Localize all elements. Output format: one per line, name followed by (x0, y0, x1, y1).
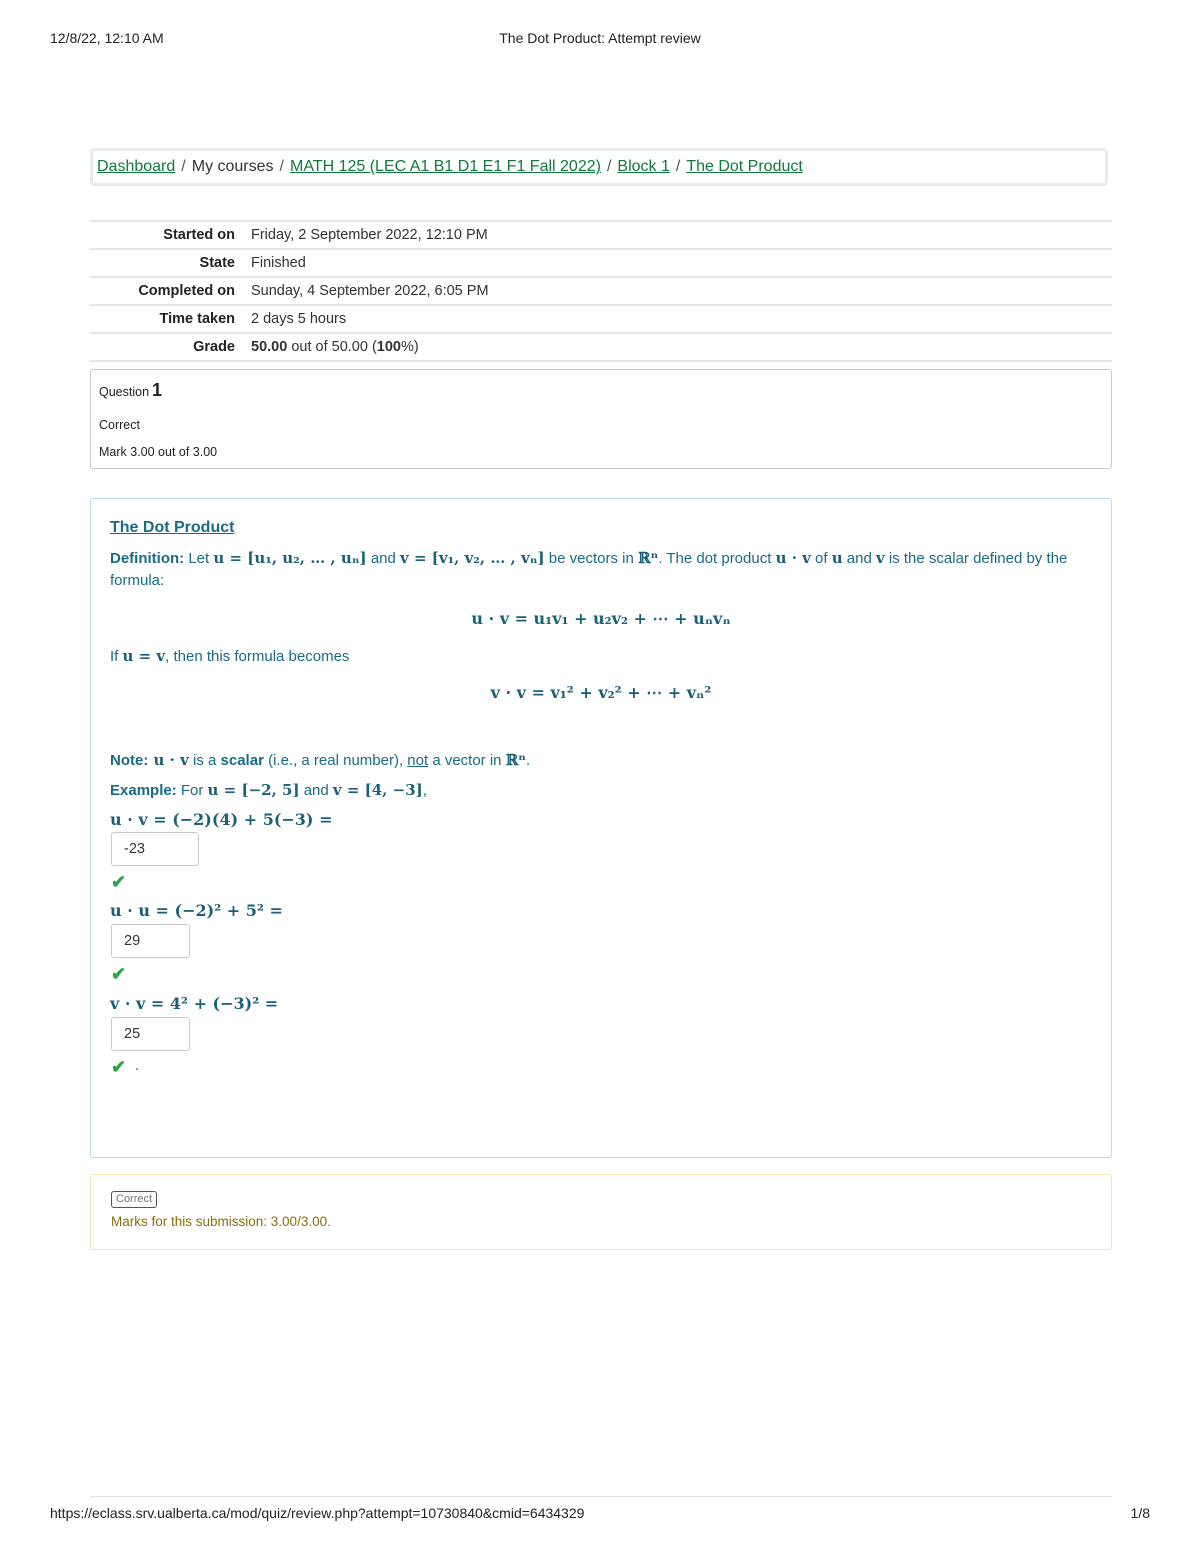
correct-badge: Correct (111, 1191, 158, 1208)
grade-end: %) (400, 339, 419, 355)
summary-value: Friday, 2 September 2022, 12:10 PM (251, 227, 488, 243)
print-page-number: 1/8 (1130, 1505, 1150, 1521)
formula-self-dot: v · v = v₁² + v₂² + ⋯ + vₙ² (490, 683, 712, 702)
breadcrumb-separator: / (279, 158, 284, 175)
if-equal-line: If u = v, then this formula becomes (110, 647, 349, 665)
note-text: (i.e., a real number), (263, 752, 408, 769)
question-grade: Mark 3.00 out of 3.00 (99, 445, 218, 459)
note-line: Note: u · v is a scalar (i.e., a real nu… (110, 751, 530, 769)
breadcrumb-my-courses: My courses (191, 158, 274, 175)
definition-line-2: formula: (110, 572, 165, 589)
grade-score: 50.00 (251, 339, 288, 355)
breadcrumb-separator: / (606, 158, 612, 175)
example-label: Example: (110, 782, 177, 799)
definition-text: be vectors in (544, 550, 638, 567)
breadcrumb-dashboard[interactable]: Dashboard (97, 158, 175, 175)
question-number-value: 1 (152, 380, 163, 400)
question-formulation: The Dot Product Definition: Let u = [u₁,… (90, 498, 1112, 1158)
grade-rest: out of 50.00 ( (287, 339, 377, 355)
grade-percent: 100 (376, 339, 401, 355)
note-label: Note: (110, 752, 149, 769)
note-not: not (407, 752, 429, 769)
definition-math: ℝⁿ (637, 549, 659, 567)
definition-text: of (810, 550, 832, 567)
content-title-link[interactable]: The Dot Product (110, 519, 234, 536)
summary-row-started: Started on Friday, 2 September 2022, 12:… (90, 222, 1112, 250)
summary-value: Sunday, 4 September 2022, 6:05 PM (251, 283, 489, 299)
summary-label: Started on (163, 227, 235, 243)
example-text: , (422, 782, 427, 799)
if-math: u = v (122, 647, 166, 665)
summary-row-grade: Grade 50.00 out of 50.00 (100%) (90, 334, 1112, 362)
if-text: , then this formula becomes (165, 648, 350, 665)
summary-row-completed: Completed on Sunday, 4 September 2022, 6… (90, 278, 1112, 306)
content-title-row: The Dot Product (110, 519, 234, 537)
breadcrumb-course[interactable]: MATH 125 (LEC A1 B1 D1 E1 F1 Fall 2022) (290, 158, 601, 175)
question-number: Question 1 (99, 380, 162, 401)
definition-math: v (876, 549, 885, 567)
definition-text: Let (184, 550, 214, 567)
breadcrumb-quiz[interactable]: The Dot Product (686, 158, 803, 175)
summary-label: State (199, 255, 235, 271)
example-line: Example: For u = [−2, 5] and v = [4, −3]… (110, 781, 427, 799)
definition-math: v = [v₁, v₂, … , vₙ] (400, 549, 545, 567)
definition-line: Definition: Let u = [u₁, u₂, … , uₙ] and… (110, 549, 1095, 567)
example-text: For (176, 782, 208, 799)
summary-value: 2 days 5 hours (251, 311, 347, 327)
trailing-dot: . (135, 1057, 140, 1074)
summary-label: Time taken (159, 311, 236, 327)
definition-math: u · v (775, 549, 811, 567)
feedback-box: Correct Marks for this submission: 3.00/… (90, 1174, 1112, 1250)
summary-row-state: State Finished (90, 250, 1112, 278)
breadcrumb-separator: / (181, 158, 186, 175)
question-state: Correct (99, 418, 140, 432)
summary-label: Completed on (138, 283, 235, 299)
definition-text: . The dot product (658, 550, 776, 567)
note-text: a vector in (428, 752, 506, 769)
note-math: u · v (148, 751, 189, 769)
summary-value-grade: 50.00 out of 50.00 (100%) (251, 334, 419, 360)
breadcrumb: Dashboard / My courses / MATH 125 (LEC A1 B1… (90, 148, 1108, 186)
definition-text: and (366, 550, 401, 567)
breadcrumb-separator: / (675, 158, 681, 175)
example-text: and (299, 782, 333, 799)
attempt-summary-table: Started on Friday, 2 September 2022, 12:… (90, 220, 1112, 362)
breadcrumb-block[interactable]: Block 1 (617, 158, 669, 175)
if-text: If (110, 648, 123, 665)
marks-for-submission: Marks for this submission: 3.00/3.00. (111, 1214, 331, 1229)
note-text: is a (188, 752, 221, 769)
print-header: 12/8/22, 12:10 AM The Dot Product: Attem… (50, 30, 1150, 50)
summary-value: Finished (251, 255, 306, 271)
example-math: v = [4, −3] (332, 781, 423, 799)
print-url: https://eclass.srv.ualberta.ca/mod/quiz/… (50, 1505, 585, 1521)
answer-input-3[interactable]: 25 (111, 1017, 190, 1051)
definition-math: u (831, 549, 843, 567)
definition-math: u = [u₁, u₂, … , uₙ] (213, 549, 367, 567)
print-title: The Dot Product: Attempt review (499, 30, 701, 46)
check-icon: ✔ (111, 964, 127, 984)
example-math: u = [−2, 5] (207, 781, 300, 799)
check-icon: ✔ (111, 872, 127, 892)
definition-text: and (842, 550, 876, 567)
note-scalar: scalar (220, 752, 264, 769)
footer-divider (90, 1496, 1112, 1497)
note-math: ℝⁿ (505, 751, 526, 769)
question-label: Question (99, 385, 150, 399)
check-icon: ✔ (111, 1057, 127, 1077)
formula-dot-product: u · v = u₁v₁ + u₂v₂ + ⋯ + uₙvₙ (471, 609, 731, 628)
answer-input-1[interactable]: -23 (111, 832, 199, 866)
question-info: Question 1 Correct Mark 3.00 out of 3.00 (90, 369, 1112, 469)
print-footer: https://eclass.srv.ualberta.ca/mod/quiz/… (50, 1505, 1150, 1525)
summary-label: Grade (193, 339, 235, 355)
answer-input-2[interactable]: 29 (111, 924, 190, 958)
note-text: . (525, 752, 531, 769)
subquestion-1-expression: u · v = (−2)(4) + 5(−3) = (110, 810, 333, 829)
definition-label: Definition: (110, 550, 185, 567)
subquestion-2-expression: u · u = (−2)² + 5² = (110, 901, 283, 920)
definition-text: is the scalar defined by the (884, 550, 1068, 567)
subquestion-3-expression: v · v = 4² + (−3)² = (110, 994, 279, 1013)
summary-row-time-taken: Time taken 2 days 5 hours (90, 306, 1112, 334)
